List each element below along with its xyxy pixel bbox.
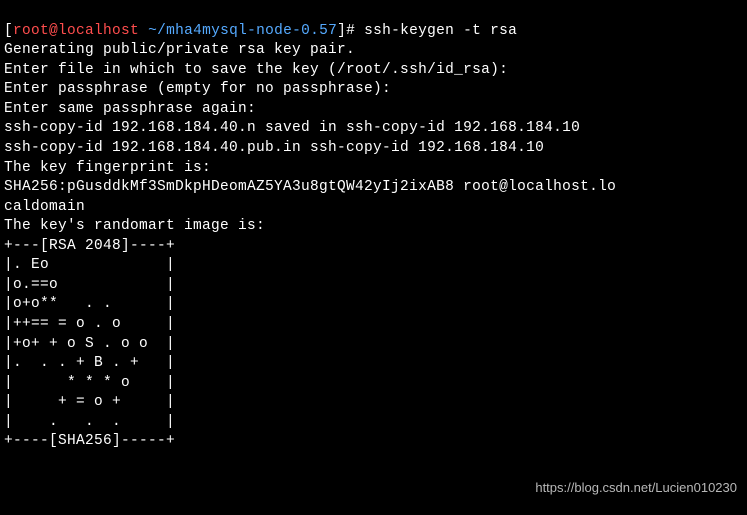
randomart-line: |++== = o . o | [4, 316, 175, 332]
bracket-open: [ [4, 23, 13, 39]
output-line: ssh-copy-id 192.168.184.40.pub.in ssh-co… [4, 140, 544, 156]
prompt-space [139, 23, 148, 39]
output-line: SHA256:pGusddkMf3SmDkpHDeomAZ5YA3u8gtQW4… [4, 179, 616, 195]
randomart-line: |o+o** . . | [4, 296, 175, 312]
prompt-user: root [13, 23, 49, 39]
randomart-line: |. . . + B . + | [4, 355, 175, 371]
output-line: caldomain [4, 199, 85, 215]
randomart-line: | + = o + | [4, 394, 175, 410]
prompt-at: @ [49, 23, 58, 39]
randomart-line: | . . . | [4, 414, 175, 430]
prompt-hash: # [346, 23, 364, 39]
randomart-line: |+o+ + o S . o o | [4, 336, 175, 352]
output-line: The key fingerprint is: [4, 160, 211, 176]
randomart-line: |o.==o | [4, 277, 175, 293]
randomart-line: +---[RSA 2048]----+ [4, 238, 175, 254]
output-line: ssh-copy-id 192.168.184.40.n saved in ss… [4, 120, 580, 136]
output-line: Enter file in which to save the key (/ro… [4, 62, 508, 78]
output-line: Enter passphrase (empty for no passphras… [4, 81, 391, 97]
output-line: Generating public/private rsa key pair. [4, 42, 355, 58]
terminal[interactable]: [root@localhost ~/mha4mysql-node-0.57]# … [0, 0, 747, 454]
prompt-line: [root@localhost ~/mha4mysql-node-0.57]# … [4, 23, 517, 39]
prompt-host: localhost [58, 23, 139, 39]
randomart-line: +----[SHA256]-----+ [4, 433, 175, 449]
output-line: The key's randomart image is: [4, 218, 265, 234]
randomart-line: | * * * o | [4, 375, 175, 391]
output-line: Enter same passphrase again: [4, 101, 256, 117]
prompt-path: ~/mha4mysql-node-0.57 [148, 23, 337, 39]
watermark-text: https://blog.csdn.net/Lucien010230 [535, 479, 737, 497]
bracket-close: ] [337, 23, 346, 39]
command-text: ssh-keygen -t rsa [364, 23, 517, 39]
randomart-line: |. Eo | [4, 257, 175, 273]
